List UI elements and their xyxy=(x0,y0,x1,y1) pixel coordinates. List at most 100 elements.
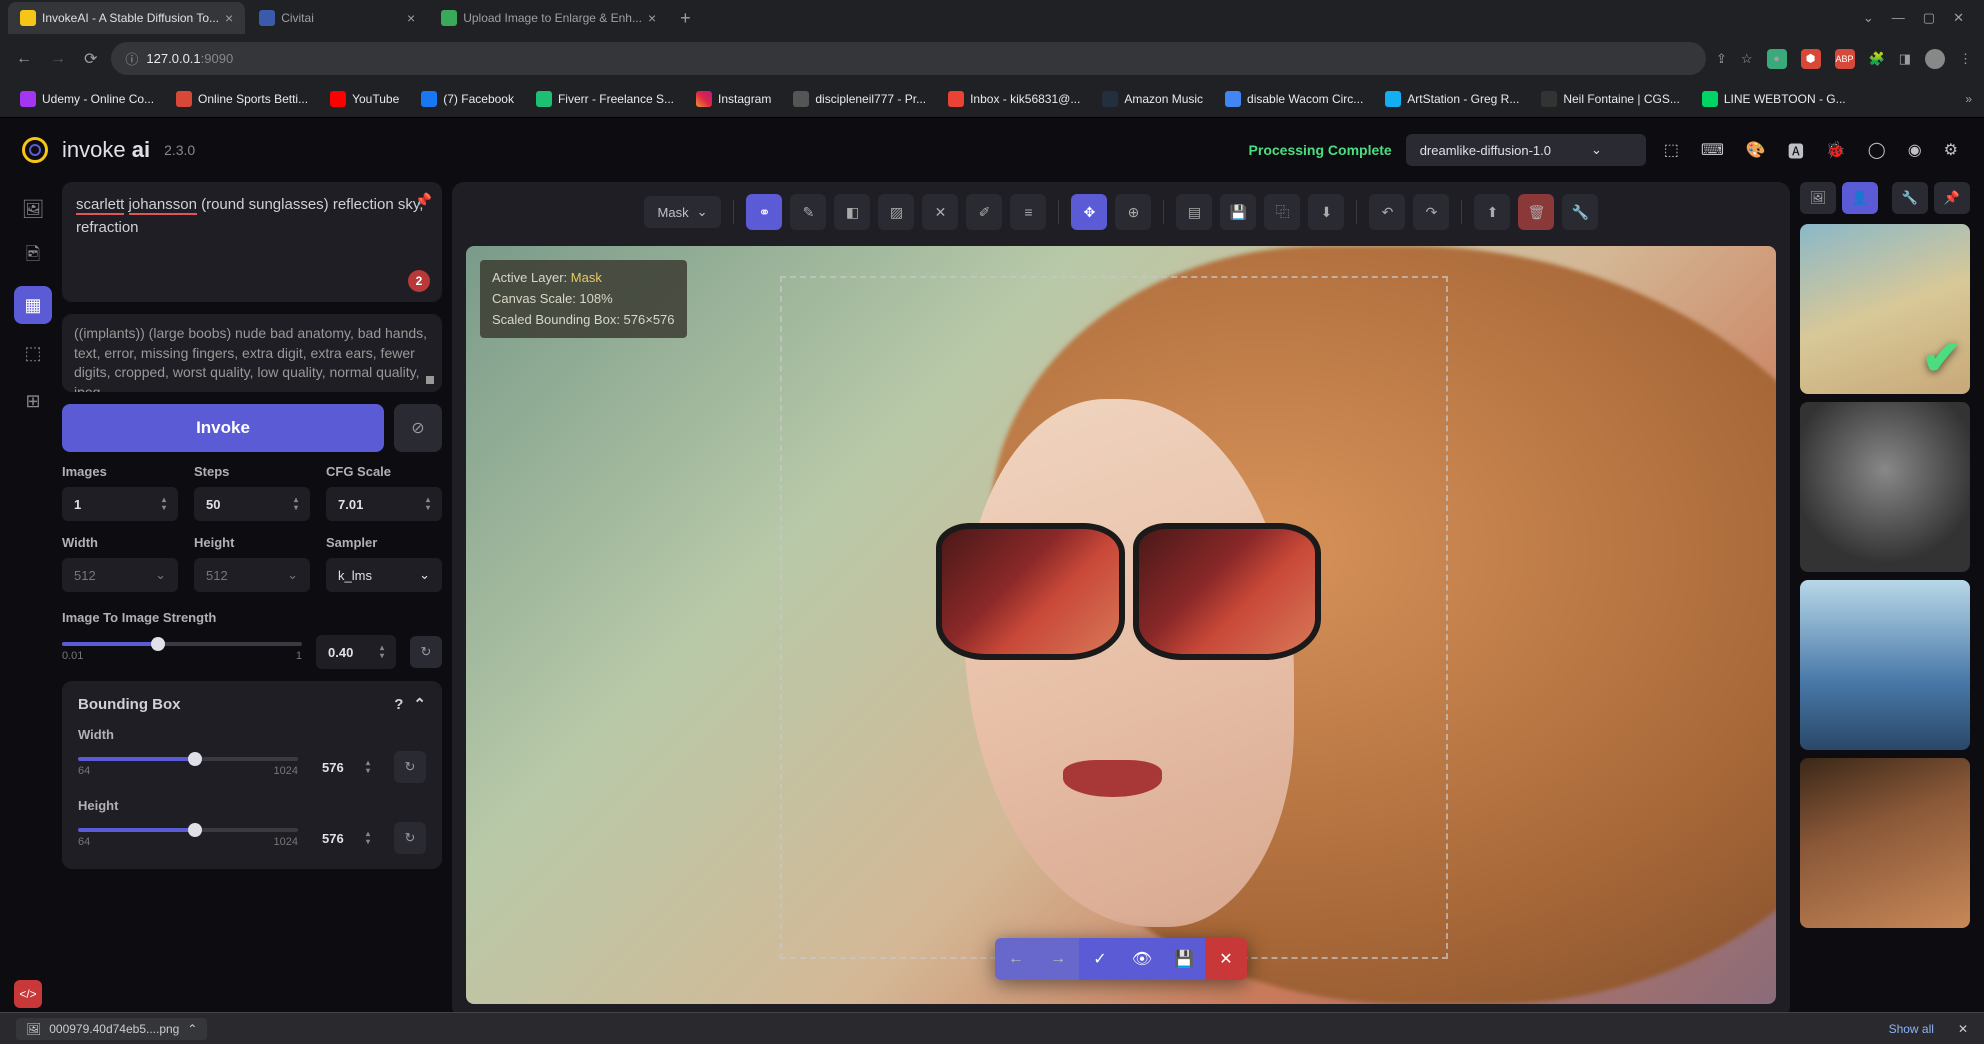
download-icon[interactable]: ⬇ xyxy=(1308,194,1344,230)
cfg-input[interactable]: 7.01 ▴▾ xyxy=(326,487,442,521)
settings-icon[interactable]: 🔧 xyxy=(1562,194,1598,230)
width-select[interactable]: 512 ⌄ xyxy=(62,558,178,592)
height-select[interactable]: 512 ⌄ xyxy=(194,558,310,592)
bounding-box-overlay[interactable] xyxy=(780,276,1448,958)
forward-button[interactable]: → xyxy=(46,46,70,72)
i2i-strength-slider[interactable] xyxy=(62,642,302,646)
bbox-height-slider[interactable] xyxy=(78,828,298,832)
move-icon[interactable]: ✥ xyxy=(1071,194,1107,230)
bookmark-item[interactable]: Neil Fontaine | CGS... xyxy=(1533,87,1688,111)
prompt-input[interactable]: scarlett johansson (round sunglasses) re… xyxy=(62,182,442,302)
bookmark-item[interactable]: disable Wacom Circ... xyxy=(1217,87,1371,111)
eraser-icon[interactable]: ◧ xyxy=(834,194,870,230)
discard-icon[interactable]: ✕ xyxy=(1205,938,1247,980)
extension-icon[interactable]: ● xyxy=(1767,49,1787,69)
stepper-icon[interactable]: ▴▾ xyxy=(426,496,430,512)
bookmark-star-icon[interactable]: ☆ xyxy=(1741,51,1753,67)
side-panel-icon[interactable]: ◨ xyxy=(1899,51,1911,67)
canvas-tab[interactable]: ▦ xyxy=(14,286,52,324)
extensions-icon[interactable]: 🧩 xyxy=(1869,51,1885,67)
new-tab-button[interactable]: + xyxy=(670,2,701,35)
bbox-height-input[interactable]: 576 ▴▾ xyxy=(310,821,382,855)
close-icon[interactable]: ✕ xyxy=(1953,10,1964,26)
save-staging-icon[interactable]: 💾 xyxy=(1163,938,1205,980)
img2img-tab[interactable]: 🖻 xyxy=(14,238,52,276)
accept-icon[interactable]: ✓ xyxy=(1079,938,1121,980)
stepper-icon[interactable]: ▴▾ xyxy=(294,496,298,512)
bookmark-item[interactable]: Online Sports Betti... xyxy=(168,87,316,111)
bookmark-item[interactable]: LINE WEBTOON - G... xyxy=(1694,87,1854,111)
close-icon[interactable]: × xyxy=(648,10,656,26)
show-all-downloads[interactable]: Show all xyxy=(1889,1022,1934,1036)
merge-icon[interactable]: ▤ xyxy=(1176,194,1212,230)
site-info-icon[interactable]: ⓘ xyxy=(125,49,138,68)
eyedropper-icon[interactable]: ✐ xyxy=(966,194,1002,230)
bookmark-item[interactable]: Inbox - kik56831@... xyxy=(940,87,1088,111)
gallery-thumbnail[interactable] xyxy=(1800,402,1970,572)
bookmark-item[interactable]: discipleneil777 - Pr... xyxy=(785,87,934,111)
prev-icon[interactable]: ← xyxy=(995,938,1037,980)
bookmark-item[interactable]: (7) Facebook xyxy=(413,87,522,111)
reset-icon[interactable]: ↻ xyxy=(394,822,426,854)
stepper-icon[interactable]: ▴▾ xyxy=(366,759,370,775)
bookmark-item[interactable]: Fiverr - Freelance S... xyxy=(528,87,682,111)
steps-input[interactable]: 50 ▴▾ xyxy=(194,487,310,521)
extension-icon[interactable]: ABP xyxy=(1835,49,1855,69)
gallery-user-tab[interactable]: 👤 xyxy=(1842,182,1878,214)
copy-icon[interactable]: ⿻ xyxy=(1264,194,1300,230)
close-icon[interactable]: × xyxy=(407,10,415,26)
undo-icon[interactable]: ↶ xyxy=(1369,194,1405,230)
keyboard-icon[interactable]: ⌨ xyxy=(1697,136,1728,164)
browser-tab[interactable]: InvokeAI - A Stable Diffusion To... × xyxy=(8,2,245,34)
chevron-up-icon[interactable]: ⌃ xyxy=(187,1022,197,1036)
url-input[interactable]: ⓘ 127.0.0.1:9090 xyxy=(111,42,1706,75)
negative-prompt-input[interactable]: ((implants)) (large boobs) nude bad anat… xyxy=(62,314,442,392)
target-icon[interactable]: ⊕ xyxy=(1115,194,1151,230)
close-icon[interactable]: ✕ xyxy=(1958,1022,1968,1036)
minimize-icon[interactable]: — xyxy=(1892,10,1905,26)
nodes-tab[interactable]: ⬚ xyxy=(14,334,52,372)
next-icon[interactable]: → xyxy=(1037,938,1079,980)
link-icon[interactable]: ⚭ xyxy=(746,194,782,230)
profile-avatar[interactable] xyxy=(1925,49,1945,69)
stepper-icon[interactable]: ▴▾ xyxy=(366,830,370,846)
palette-icon[interactable]: 🎨 xyxy=(1742,136,1770,164)
bookmark-item[interactable]: ArtStation - Greg R... xyxy=(1377,87,1527,111)
gallery-pin-icon[interactable]: 📌 xyxy=(1934,182,1970,214)
layer-select[interactable]: Mask ⌄ xyxy=(644,196,722,228)
pin-icon[interactable]: 📌 xyxy=(415,190,432,211)
bookmark-item[interactable]: Udemy - Online Co... xyxy=(12,87,162,111)
trash-icon[interactable]: 🗑 xyxy=(1518,194,1554,230)
clear-icon[interactable]: ✕ xyxy=(922,194,958,230)
reset-icon[interactable]: ↻ xyxy=(394,751,426,783)
cube-icon[interactable]: ⬚ xyxy=(1660,136,1683,164)
gallery-thumbnail[interactable] xyxy=(1800,758,1970,928)
language-icon[interactable]: 🅰 xyxy=(1784,134,1808,166)
fill-icon[interactable]: ▨ xyxy=(878,194,914,230)
maximize-icon[interactable]: ▢ xyxy=(1923,10,1935,26)
txt2img-tab[interactable]: 🖼 xyxy=(14,190,52,228)
postproc-tab[interactable]: ⊞ xyxy=(14,382,52,420)
download-item[interactable]: 🖼 000979.40d74eb5....png ⌃ xyxy=(16,1018,207,1040)
save-icon[interactable]: 💾 xyxy=(1220,194,1256,230)
chevron-down-icon[interactable]: ⌄ xyxy=(1863,10,1874,26)
invoke-button[interactable]: Invoke xyxy=(62,404,384,452)
close-icon[interactable]: × xyxy=(225,10,233,26)
help-icon[interactable]: ? xyxy=(394,696,403,713)
images-input[interactable]: 1 ▴▾ xyxy=(62,487,178,521)
bookmarks-overflow-icon[interactable]: » xyxy=(1965,92,1972,106)
redo-icon[interactable]: ↷ xyxy=(1413,194,1449,230)
gallery-thumbnail[interactable] xyxy=(1800,580,1970,750)
cancel-button[interactable]: ⊘ xyxy=(394,404,442,452)
browser-tab[interactable]: Civitai × xyxy=(247,2,427,34)
bbox-width-slider[interactable] xyxy=(78,757,298,761)
share-icon[interactable]: ⇪ xyxy=(1716,51,1727,67)
upload-icon[interactable]: ⬆ xyxy=(1474,194,1510,230)
discord-icon[interactable]: ◉ xyxy=(1904,136,1926,164)
bookmark-item[interactable]: YouTube xyxy=(322,87,407,111)
reset-icon[interactable]: ↻ xyxy=(410,636,442,668)
canvas-viewport[interactable]: Active Layer: Mask Canvas Scale: 108% Sc… xyxy=(466,246,1776,1004)
model-select[interactable]: dreamlike-diffusion-1.0 ⌄ xyxy=(1406,134,1646,166)
i2i-strength-input[interactable]: 0.40 ▴▾ xyxy=(316,635,396,669)
gallery-results-tab[interactable]: 🖼 xyxy=(1800,182,1836,214)
